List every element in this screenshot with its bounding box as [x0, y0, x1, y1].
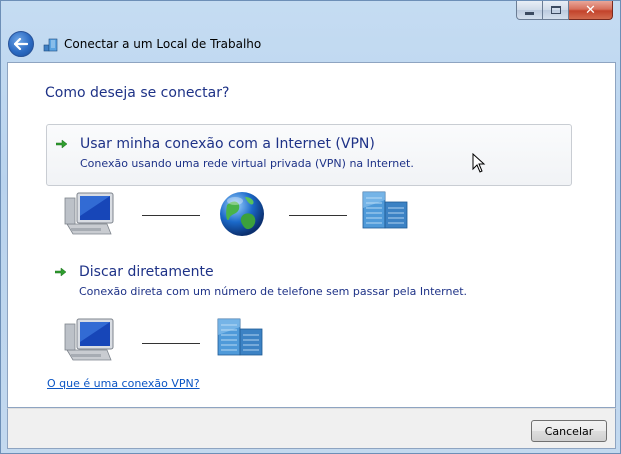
dial-option-description: Conexão direta com um número de telefone… — [79, 285, 468, 298]
back-button[interactable] — [8, 31, 34, 57]
connection-line — [142, 343, 200, 344]
connection-line — [289, 215, 347, 216]
vpn-option-title: Usar minha conexão com a Internet (VPN) — [80, 136, 375, 152]
maximize-button[interactable] — [543, 1, 569, 20]
dial-option[interactable]: Discar diretamente Conexão direta com um… — [46, 259, 572, 299]
connection-line — [142, 215, 200, 216]
content-area: Como deseja se conectar? Usar minha cone… — [7, 62, 616, 408]
office-building-icon — [217, 318, 263, 356]
window-frame: ✕ Conectar a um Local de Trabalho Como d… — [0, 0, 621, 454]
back-arrow-icon — [14, 38, 28, 50]
close-icon: ✕ — [585, 2, 596, 18]
maximize-icon — [550, 6, 561, 14]
close-button[interactable]: ✕ — [569, 1, 613, 20]
green-arrow-icon — [56, 139, 68, 149]
office-building-icon — [362, 191, 408, 229]
vpn-option-description: Conexão usando uma rede virtual privada … — [80, 157, 414, 170]
computer-icon — [64, 192, 114, 235]
caption-buttons: ✕ — [516, 1, 613, 21]
vpn-option[interactable]: Usar minha conexão com a Internet (VPN) … — [46, 124, 572, 186]
window-title: Conectar a um Local de Trabalho — [64, 37, 262, 51]
globe-icon — [220, 192, 264, 236]
mouse-pointer-icon — [472, 153, 486, 173]
workplace-network-icon — [43, 38, 58, 52]
green-arrow-icon — [55, 267, 67, 277]
wizard-header: Conectar a um Local de Trabalho — [5, 27, 617, 61]
footer-bar: Cancelar — [7, 408, 616, 449]
minimize-icon — [525, 11, 534, 15]
computer-icon — [64, 318, 114, 361]
vpn-help-link[interactable]: O que é uma conexão VPN? — [47, 377, 200, 390]
minimize-button[interactable] — [516, 1, 543, 20]
main-instruction: Como deseja se conectar? — [45, 85, 230, 101]
cancel-button[interactable]: Cancelar — [531, 420, 607, 442]
dial-option-title: Discar diretamente — [79, 264, 214, 280]
